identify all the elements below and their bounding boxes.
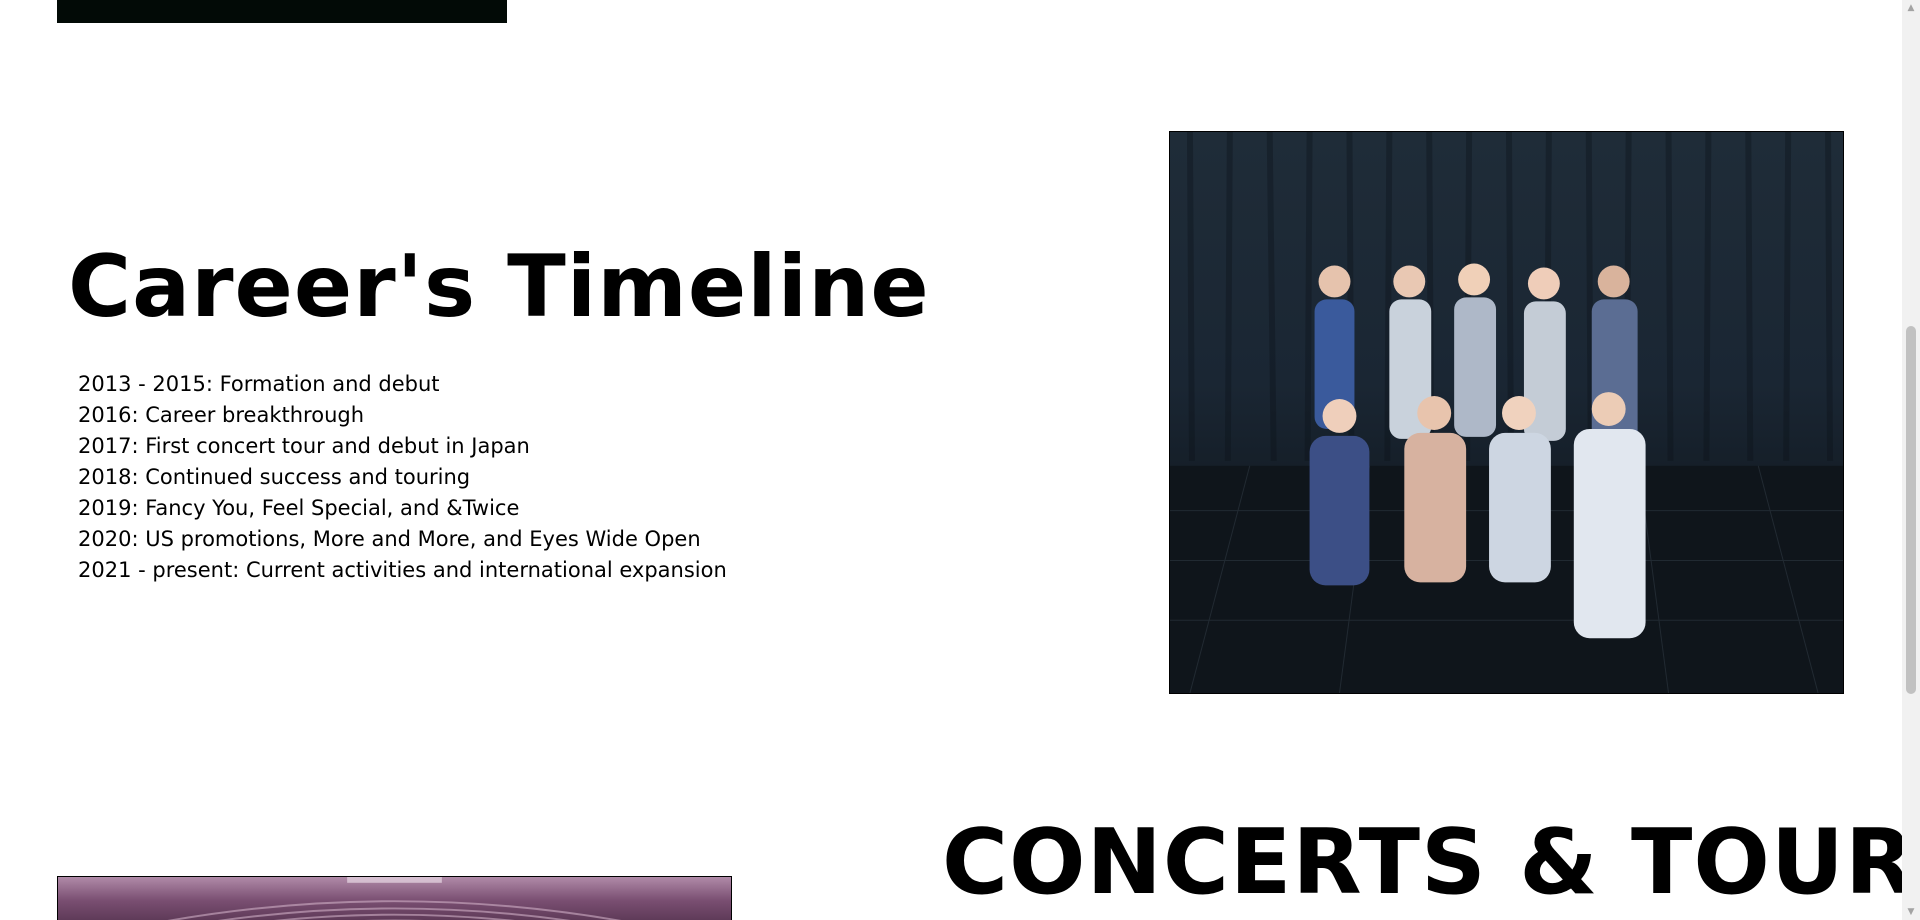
timeline-heading: Career's Timeline — [68, 237, 930, 337]
timeline-item: 2016: Career breakthrough — [78, 403, 365, 427]
group-photo — [1169, 131, 1844, 694]
vertical-scrollbar[interactable]: ▲ ▼ — [1902, 0, 1920, 920]
timeline-item: 2017: First concert tour and debut in Ja… — [78, 434, 530, 458]
timeline-item: 2019: Fancy You, Feel Special, and &Twic… — [78, 496, 520, 520]
scroll-down-arrow-icon[interactable]: ▼ — [1902, 904, 1920, 920]
concert-photo — [57, 876, 732, 920]
scrollbar-thumb[interactable] — [1906, 326, 1916, 694]
timeline-list: 2013 - 2015: Formation and debut 2016: C… — [78, 369, 727, 586]
previous-section-image — [57, 0, 507, 23]
group-photo-illustration — [1170, 132, 1843, 693]
timeline-item: 2020: US promotions, More and More, and … — [78, 527, 701, 551]
concerts-heading: CONCERTS & TOURS — [942, 810, 1920, 915]
concert-photo-illustration — [167, 877, 622, 920]
scroll-up-arrow-icon[interactable]: ▲ — [1902, 0, 1920, 16]
timeline-item: 2018: Continued success and touring — [78, 465, 471, 489]
timeline-item: 2013 - 2015: Formation and debut — [78, 372, 440, 396]
timeline-item: 2021 - present: Current activities and i… — [78, 558, 727, 582]
page-content: Career's Timeline 2013 - 2015: Formation… — [0, 0, 1920, 920]
browser-viewport: Career's Timeline 2013 - 2015: Formation… — [0, 0, 1920, 920]
